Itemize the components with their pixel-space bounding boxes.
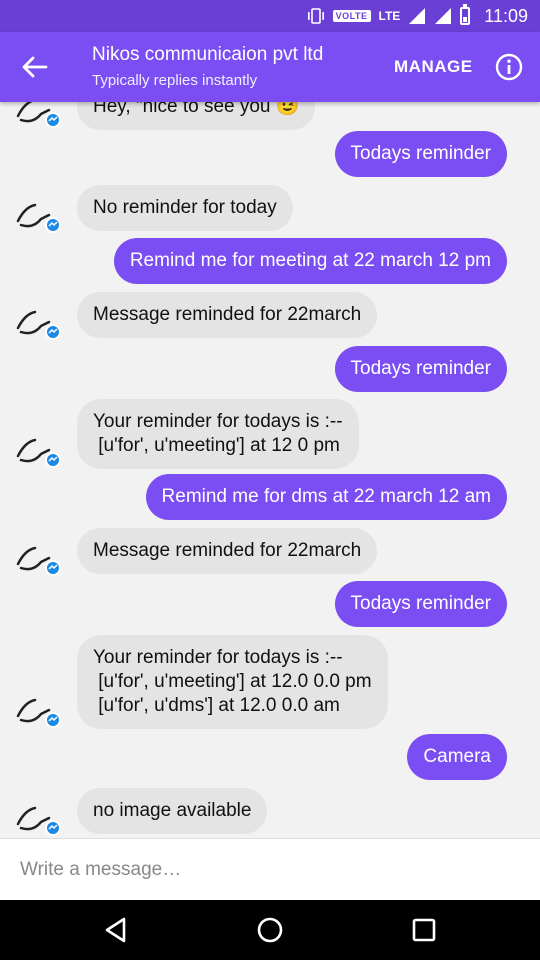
avatar <box>13 185 63 235</box>
composer <box>0 838 540 900</box>
message-list[interactable]: Hey, "nice to see you 😉 Todays reminder … <box>0 102 540 838</box>
incoming-message: Hey, "nice to see you 😉 <box>77 102 316 130</box>
battery-icon <box>460 4 471 25</box>
info-icon[interactable] <box>494 52 524 82</box>
incoming-message: Your reminder for todays is :-- [u'for',… <box>77 399 359 469</box>
outgoing-message: Todays reminder <box>334 581 507 627</box>
incoming-message: Message reminded for 22march <box>77 528 378 574</box>
avatar <box>13 102 63 130</box>
clock: 11:09 <box>484 5 528 26</box>
volte-badge: VOLTE <box>332 10 371 22</box>
status-bar: VOLTE LTE 11:09 <box>0 0 540 32</box>
network-type: LTE <box>378 9 401 23</box>
outgoing-message: Todays reminder <box>334 131 507 177</box>
incoming-message: Your reminder for todays is :-- [u'for',… <box>77 635 388 729</box>
avatar <box>13 420 63 470</box>
outgoing-message: Remind me for meeting at 22 march 12 pm <box>113 238 507 284</box>
conversation-title: Nikos communicaion pvt ltd <box>92 44 324 65</box>
outgoing-message: Camera <box>407 734 507 780</box>
message-input[interactable] <box>20 853 520 887</box>
avatar <box>13 680 63 730</box>
signal-icon <box>408 7 426 25</box>
incoming-message: No reminder for today <box>77 185 293 231</box>
signal-icon <box>434 7 452 25</box>
recents-square-icon[interactable] <box>409 915 439 945</box>
system-nav-bar <box>0 900 540 960</box>
incoming-message: no image available <box>77 788 268 834</box>
manage-button[interactable]: MANAGE <box>394 57 473 77</box>
avatar <box>13 528 63 578</box>
incoming-message: Message reminded for 22march <box>77 292 378 338</box>
conversation-subtitle: Typically replies instantly <box>92 72 258 89</box>
avatar <box>13 292 63 342</box>
home-circle-icon[interactable] <box>255 915 285 945</box>
avatar <box>13 788 63 838</box>
outgoing-message: Remind me for dms at 22 march 12 am <box>145 474 507 520</box>
app-bar: Nikos communicaion pvt ltd Typically rep… <box>0 32 540 102</box>
vibrate-icon <box>307 8 325 24</box>
arrow-left-icon[interactable] <box>20 54 50 80</box>
outgoing-message: Todays reminder <box>334 346 507 392</box>
back-triangle-icon[interactable] <box>101 915 131 945</box>
